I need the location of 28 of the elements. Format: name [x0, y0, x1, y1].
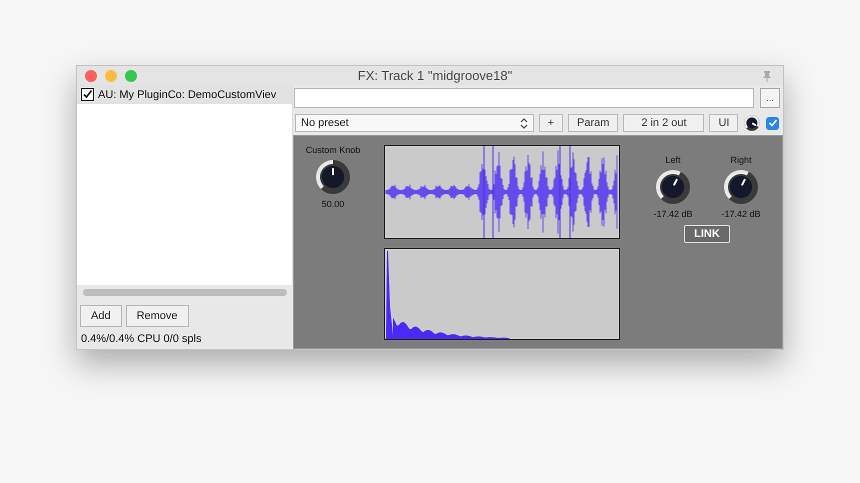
- window-title: FX: Track 1 "midgroove18": [356, 68, 514, 83]
- custom-knob[interactable]: [315, 159, 351, 195]
- knob-value: 50.00: [322, 199, 344, 209]
- browse-button[interactable]: ...: [760, 88, 780, 108]
- cpu-status: 0.4%/0.4% CPU 0/0 spls: [80, 332, 202, 347]
- checkbox[interactable]: [81, 88, 94, 101]
- toolbar-button[interactable]: +: [538, 114, 564, 132]
- knob-label: Custom Knob: [306, 145, 360, 155]
- link-button[interactable]: LINK: [684, 225, 730, 243]
- list-button[interactable]: Add: [80, 305, 122, 327]
- close-icon[interactable]: [85, 70, 97, 82]
- toolbar-button[interactable]: Param: [568, 114, 618, 132]
- enable-checkbox[interactable]: [766, 116, 780, 130]
- stepper-icon: [520, 118, 528, 128]
- gain-reading: -17.42 dB: [653, 209, 693, 219]
- wet-knob[interactable]: [743, 114, 762, 132]
- gain-reading: -17.42 dB: [721, 209, 761, 219]
- channel-label: Left: [665, 155, 680, 165]
- toolbar-button[interactable]: 2 in 2 out: [623, 114, 704, 132]
- scrollbar[interactable]: [83, 289, 287, 296]
- toolbar-button[interactable]: UI: [709, 114, 738, 132]
- input-field[interactable]: [294, 88, 754, 108]
- gain-knob[interactable]: [655, 169, 691, 205]
- fx-list-item[interactable]: AU: My PluginCo: DemoCustomViev: [77, 85, 292, 104]
- channel-label: Right: [730, 155, 752, 165]
- gain-knob[interactable]: [723, 169, 759, 205]
- list-button[interactable]: Remove: [126, 305, 189, 327]
- preset-dropdown[interactable]: No preset: [295, 114, 534, 132]
